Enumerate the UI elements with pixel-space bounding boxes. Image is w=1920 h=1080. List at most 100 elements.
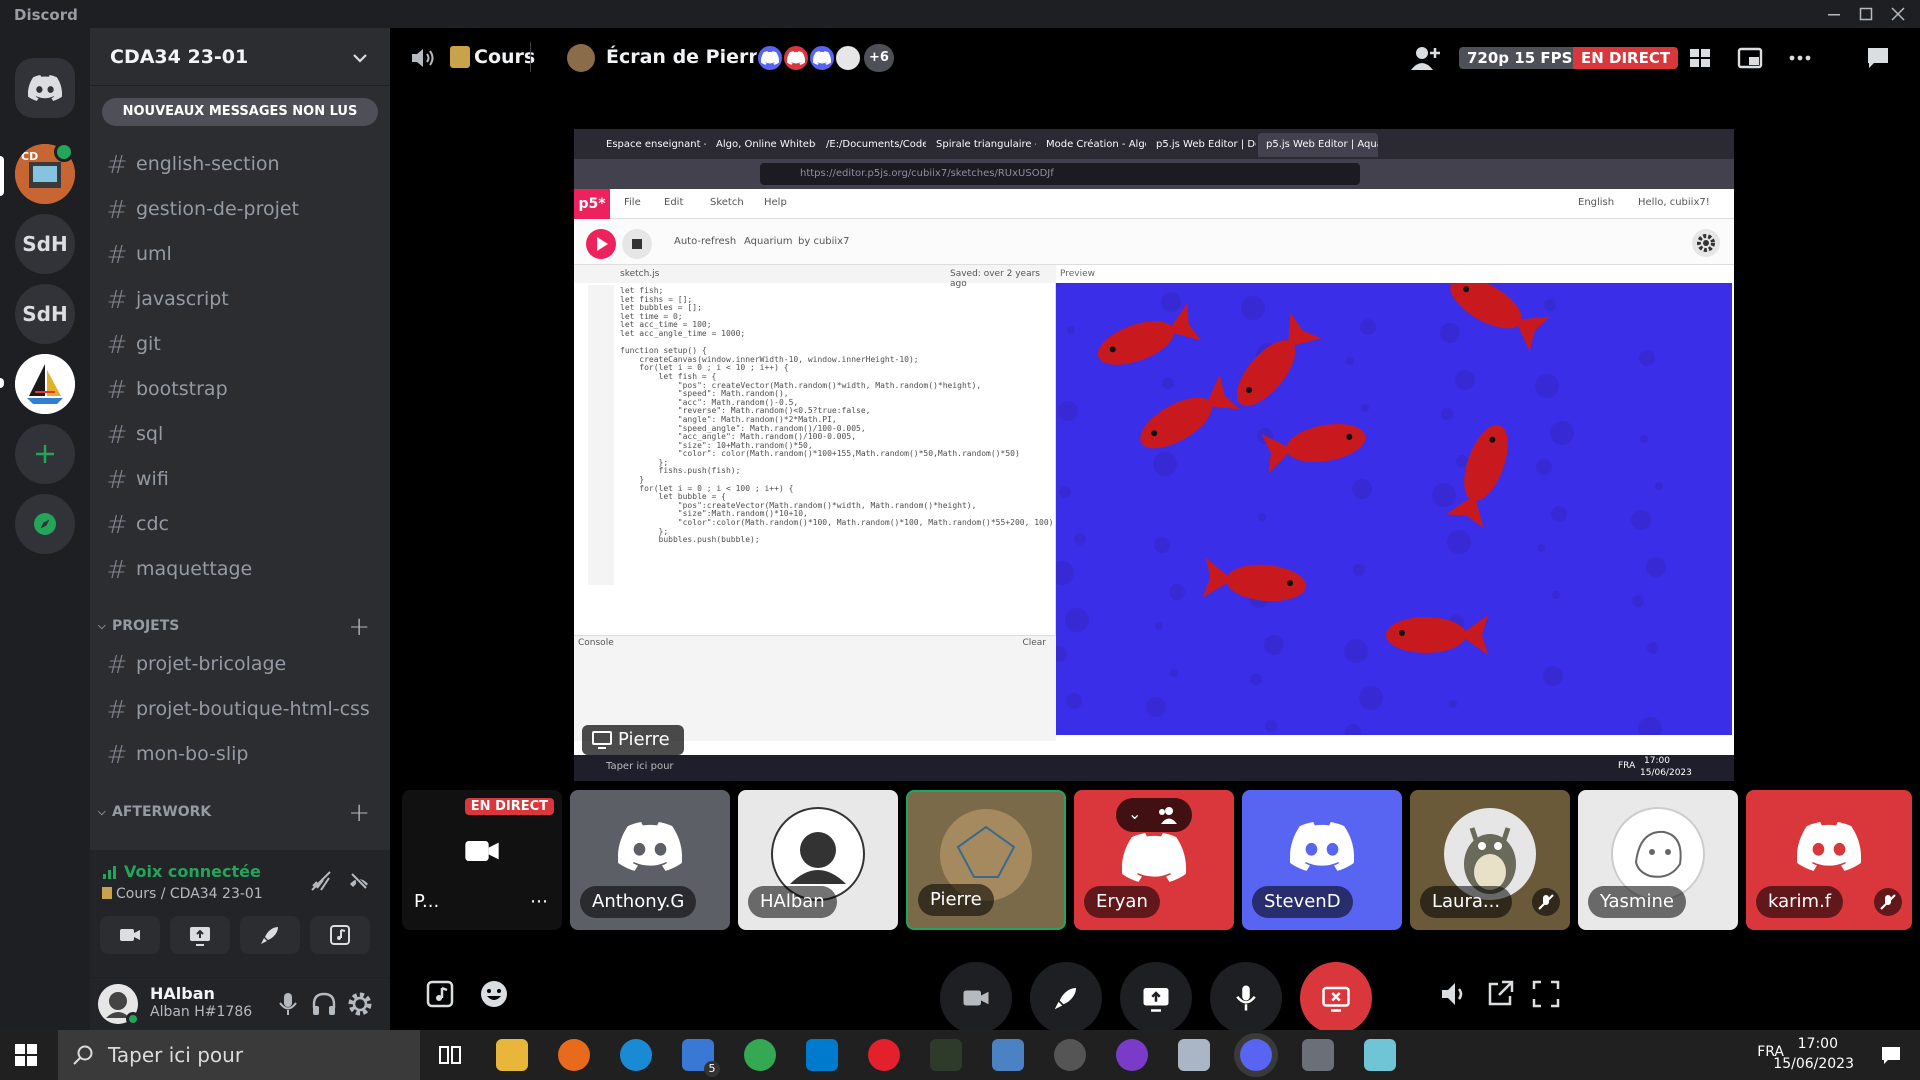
sketch-name[interactable]: Aquarium	[744, 236, 792, 247]
microphone-icon[interactable]	[274, 990, 302, 1018]
channel-projet-boutique-html-css[interactable]: # projet-boutique-html-css	[98, 689, 382, 729]
add-user-icon[interactable]	[1410, 44, 1440, 72]
shared-screen-stream[interactable]: Espace enseignant - A Algo, Online White…	[574, 129, 1734, 781]
vscode-icon[interactable]	[806, 1039, 838, 1071]
minimize-icon[interactable]	[1824, 4, 1844, 24]
participant-tile-karim-f[interactable]: karim.f	[1746, 790, 1912, 930]
channel-sql[interactable]: # sql	[98, 414, 382, 454]
channel-maquettage[interactable]: # maquettage	[98, 549, 382, 589]
auto-refresh-checkbox[interactable]: Auto-refresh	[674, 236, 736, 247]
leave-call-button[interactable]	[1300, 962, 1372, 1034]
settings-gear-icon[interactable]	[1692, 229, 1720, 257]
chat-bubble-icon[interactable]	[1864, 44, 1892, 72]
camera-toggle-button[interactable]	[940, 962, 1012, 1034]
disconnect-icon[interactable]	[346, 868, 372, 894]
channel-git[interactable]: # git	[98, 324, 382, 364]
participant-tile-halban[interactable]: HAlban	[738, 790, 898, 930]
app-icon[interactable]	[1178, 1039, 1210, 1071]
channel-bootstrap[interactable]: # bootstrap	[98, 369, 382, 409]
activities-button[interactable]	[1030, 962, 1102, 1034]
headphones-icon[interactable]	[310, 990, 338, 1018]
server-sailboat[interactable]	[15, 354, 75, 414]
browser-tab[interactable]: Espace enseignant - A	[598, 133, 706, 157]
code-content[interactable]: let fish; let fishs = []; let bubbles = …	[620, 286, 1053, 607]
volume-icon[interactable]	[1438, 978, 1470, 1010]
file-explorer-icon[interactable]	[496, 1039, 528, 1071]
opera-icon[interactable]	[868, 1039, 900, 1071]
discord-taskbar-icon[interactable]	[1240, 1039, 1272, 1071]
channel-mon-bo-slip[interactable]: # mon-bo-slip	[98, 734, 382, 774]
create-channel-icon[interactable]: +	[348, 798, 370, 828]
add-server-button[interactable]	[15, 424, 75, 484]
participant-tile-laura[interactable]: Laura...	[1410, 790, 1570, 930]
browser-tab[interactable]: Algo, Online Whiteboa	[708, 133, 816, 157]
participant-tile-stevend[interactable]: StevenD	[1242, 790, 1402, 930]
settings-gear-icon[interactable]	[1054, 1039, 1086, 1071]
p5-language-select[interactable]: English	[1578, 197, 1614, 208]
task-view-icon[interactable]	[434, 1039, 466, 1071]
server-sdh-1[interactable]: SdH	[15, 214, 75, 274]
new-unread-messages-banner[interactable]: NOUVEAUX MESSAGES NON LUS	[102, 98, 378, 126]
channel-javascript[interactable]: # javascript	[98, 279, 382, 319]
voice-soundboard-button[interactable]	[310, 916, 370, 954]
voice-camera-button[interactable]	[100, 916, 160, 954]
emoji-icon[interactable]	[478, 978, 510, 1010]
mail-icon[interactable]: 5	[682, 1039, 720, 1077]
channel-uml[interactable]: # uml	[98, 234, 382, 274]
play-icon[interactable]	[586, 229, 616, 259]
participant-tile-stream[interactable]: EN DIRECT P... ⋯	[402, 790, 562, 930]
maximize-icon[interactable]	[1856, 4, 1876, 24]
popout-window-icon[interactable]	[1736, 44, 1764, 72]
voice-screen-share-button[interactable]	[170, 916, 230, 954]
participant-tile-yasmine[interactable]: Yasmine	[1578, 790, 1738, 930]
browser-tab[interactable]: Spirale triangulaire - A	[928, 133, 1036, 157]
browser-tab[interactable]: /E:/Documents/Code/form	[818, 133, 926, 157]
soundboard-icon[interactable]	[424, 978, 456, 1010]
browser-tab[interactable]: p5.js Web Editor | Dee	[1148, 133, 1256, 157]
clock-date[interactable]: 15/06/2023	[1773, 1056, 1854, 1072]
browser-tab[interactable]: Mode Création - Algo	[1038, 133, 1146, 157]
viewer-avatar[interactable]	[808, 44, 836, 72]
chrome-icon[interactable]	[744, 1039, 776, 1071]
stop-icon[interactable]	[622, 229, 652, 259]
microphone-toggle-button[interactable]	[1210, 962, 1282, 1034]
viewer-avatar[interactable]	[756, 44, 784, 72]
channel-gestion-de-projet[interactable]: # gestion-de-projet	[98, 189, 382, 229]
tile-options-pill[interactable]: ⌄	[1116, 798, 1192, 832]
p5-user-menu[interactable]: Hello, cubiix7!	[1638, 197, 1710, 208]
participant-tile-pierre[interactable]: Pierre	[906, 790, 1066, 930]
explore-servers-button[interactable]	[15, 494, 75, 554]
firefox-icon[interactable]	[558, 1039, 590, 1071]
console-clear-button[interactable]: Clear	[1022, 638, 1046, 648]
screen-share-button[interactable]	[1120, 962, 1192, 1034]
voice-location[interactable]: Cours / CDA34 23-01	[102, 886, 263, 902]
edge-icon[interactable]	[620, 1039, 652, 1071]
more-options-icon[interactable]	[1786, 44, 1814, 72]
code-editor[interactable]: sketch.js Saved: over 2 years ago let fi…	[574, 265, 1056, 635]
participant-tile-eryan[interactable]: ⌄ Eryan	[1074, 790, 1234, 930]
category-afterwork[interactable]: ⌵ AFTERWORK +	[98, 798, 382, 828]
category-projets[interactable]: ⌵ PROJETS +	[98, 612, 382, 642]
settings-gear-icon[interactable]	[346, 990, 374, 1018]
grid-layout-icon[interactable]	[1686, 44, 1714, 72]
p5-menu-edit[interactable]: Edit	[664, 197, 683, 208]
app-icon[interactable]	[1364, 1039, 1396, 1071]
channel-english-section[interactable]: # english-section	[98, 144, 382, 184]
clock-time[interactable]: 17:00	[1798, 1036, 1838, 1052]
channel-projet-bricolage[interactable]: # projet-bricolage	[98, 644, 382, 684]
guild-header[interactable]: CDA34 23-01	[90, 28, 390, 86]
taskbar-search-box[interactable]: Taper ici pour	[58, 1030, 420, 1080]
app-icon[interactable]	[1116, 1039, 1148, 1071]
app-icon[interactable]	[992, 1039, 1024, 1071]
home-button[interactable]	[15, 58, 75, 118]
voice-connected-status[interactable]: Voix connectée	[102, 862, 261, 881]
voice-activities-button[interactable]	[240, 916, 300, 954]
more-viewers-count[interactable]: +6	[864, 44, 894, 72]
participant-tile-anthony-g[interactable]: Anthony.G	[570, 790, 730, 930]
notification-icon[interactable]	[1880, 1044, 1902, 1066]
more-options-icon[interactable]: ⋯	[530, 891, 548, 912]
fullscreen-icon[interactable]	[1530, 978, 1562, 1010]
server-sdh-2[interactable]: SdH	[15, 284, 75, 344]
p5-menu-sketch[interactable]: Sketch	[710, 197, 744, 208]
windows-start-icon[interactable]	[14, 1043, 38, 1067]
